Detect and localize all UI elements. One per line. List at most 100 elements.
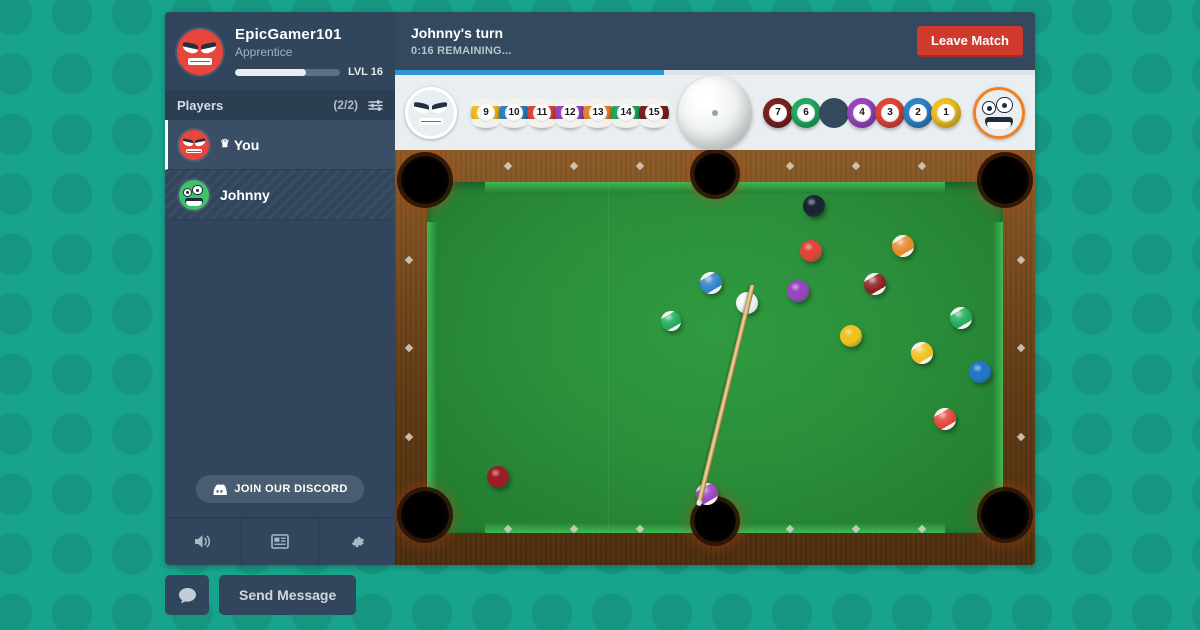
table-ball-b3: [800, 240, 822, 262]
players-count: (2/2): [333, 98, 358, 112]
pool-table[interactable]: [395, 150, 1035, 565]
avatar-mouth: [419, 118, 443, 125]
avatar-eye-left: [982, 101, 996, 115]
ball-rack: 9101112131415 764321: [395, 75, 1035, 150]
pocket-top-right: [981, 156, 1029, 204]
rack-ball-number: 7: [769, 104, 787, 122]
sidebar: EpicGamer101 Apprentice LVL 16 Players (…: [165, 12, 395, 565]
table-ball-b7: [487, 466, 509, 488]
rack-ball-number: 3: [881, 104, 899, 122]
cue-ball-dot: [712, 110, 718, 116]
join-discord-button[interactable]: JOIN OUR DISCORD: [196, 475, 363, 503]
rack-ball-number: 14: [617, 104, 635, 122]
rack-ball-number: 9: [477, 104, 495, 122]
stripe-band: [700, 272, 722, 294]
table-ball-b8: [803, 195, 825, 217]
ball-highlight: [845, 329, 852, 335]
rack-ball-5: [819, 98, 849, 128]
player-name-you: ♛ You: [220, 137, 259, 153]
ball-highlight: [492, 470, 499, 476]
rack-ball-6: 6: [791, 98, 821, 128]
avatar-eye-right: [195, 138, 205, 147]
rack-ball-number: 6: [797, 104, 815, 122]
avatar-mouth: [188, 58, 212, 65]
stripe-band: [950, 307, 972, 329]
ball-highlight: [897, 239, 904, 245]
rack-ball-2: 2: [903, 98, 933, 128]
stripe-band: [934, 408, 956, 430]
rack-ball-11: 11: [527, 98, 557, 128]
profile-card[interactable]: EpicGamer101 Apprentice LVL 16: [165, 12, 395, 90]
table-ball-b14: [661, 311, 681, 331]
rack-ball-number: 12: [561, 104, 579, 122]
rack-ball-12: 12: [555, 98, 585, 128]
avatar-mouth: [186, 149, 202, 154]
ball-highlight: [939, 412, 946, 418]
ball-highlight: [805, 244, 812, 250]
rack-ball-15: 15: [639, 98, 669, 128]
cue-ball-indicator: [678, 76, 752, 150]
ball-highlight: [955, 311, 962, 317]
ball-highlight: [792, 284, 799, 290]
stripe-band: [864, 273, 886, 295]
ball-highlight: [665, 314, 672, 320]
discord-label: JOIN OUR DISCORD: [234, 483, 347, 495]
sliders-icon[interactable]: [368, 99, 383, 112]
chat-bubble-icon[interactable]: [165, 575, 209, 615]
chat-bar: Send Message: [165, 575, 356, 615]
news-icon[interactable]: [242, 518, 319, 565]
avatar-eye-right: [192, 185, 203, 196]
players-title: Players: [177, 98, 333, 113]
turn-timer: 0:16 REMAINING...: [411, 45, 917, 57]
rack-ball-number: 10: [505, 104, 523, 122]
pocket-bottom-right: [981, 491, 1029, 539]
rack-ball-1: 1: [931, 98, 961, 128]
table-ball-b10: [700, 272, 722, 294]
rack-avatar-you[interactable]: [405, 87, 457, 139]
player-label: Johnny: [220, 187, 270, 203]
sound-icon[interactable]: [165, 518, 242, 565]
avatar-eye-left: [183, 188, 192, 197]
pocket-bottom-left: [401, 491, 449, 539]
pocket-top-left: [401, 156, 449, 204]
avatar-eye-right: [432, 102, 447, 115]
rack-ball-7: 7: [763, 98, 793, 128]
rack-ball-10: 10: [499, 98, 529, 128]
rack-avatar-johnny[interactable]: [973, 87, 1025, 139]
rack-ball-number: 1: [937, 104, 955, 122]
ball-highlight: [705, 276, 712, 282]
level-label: LVL 16: [348, 66, 383, 78]
rack-ball-number: 2: [909, 104, 927, 122]
sidebar-tools: [165, 517, 395, 565]
sidebar-spacer: [165, 220, 395, 475]
player-label: You: [234, 137, 259, 153]
table-ball-b13: [892, 235, 914, 257]
stripe-band: [911, 342, 933, 364]
cushion-right: [992, 222, 1003, 493]
crown-icon: ♛: [220, 139, 230, 150]
table-ball-b4: [787, 280, 809, 302]
discord-icon: [212, 484, 227, 495]
gear-icon[interactable]: [319, 518, 395, 565]
avatar-eye-right: [201, 41, 216, 54]
player-row-johnny[interactable]: Johnny: [165, 170, 395, 220]
rack-ball-number: 11: [533, 104, 551, 122]
table-ball-b9: [840, 325, 862, 347]
send-message-button[interactable]: Send Message: [219, 575, 356, 615]
table-ball-b11: [934, 408, 956, 430]
rack-balls-right: 764321: [763, 98, 959, 128]
xp-progress-bar: [235, 69, 340, 76]
profile-rank: Apprentice: [235, 45, 383, 59]
main-panel: Johnny's turn 0:16 REMAINING... Leave Ma…: [395, 12, 1035, 565]
avatar-eye-right: [996, 97, 1013, 114]
stripe-band: [892, 235, 914, 257]
table-ball-b15: [864, 273, 886, 295]
player-row-you[interactable]: ♛ You: [165, 120, 395, 170]
ball-highlight: [808, 199, 815, 205]
rack-balls-left: 9101112131415: [471, 98, 667, 128]
avatar-mouth: [185, 198, 203, 206]
leave-match-button[interactable]: Leave Match: [917, 26, 1023, 57]
xp-progress-fill: [235, 69, 306, 76]
rack-ball-9: 9: [471, 98, 501, 128]
cushion-left: [427, 222, 438, 493]
